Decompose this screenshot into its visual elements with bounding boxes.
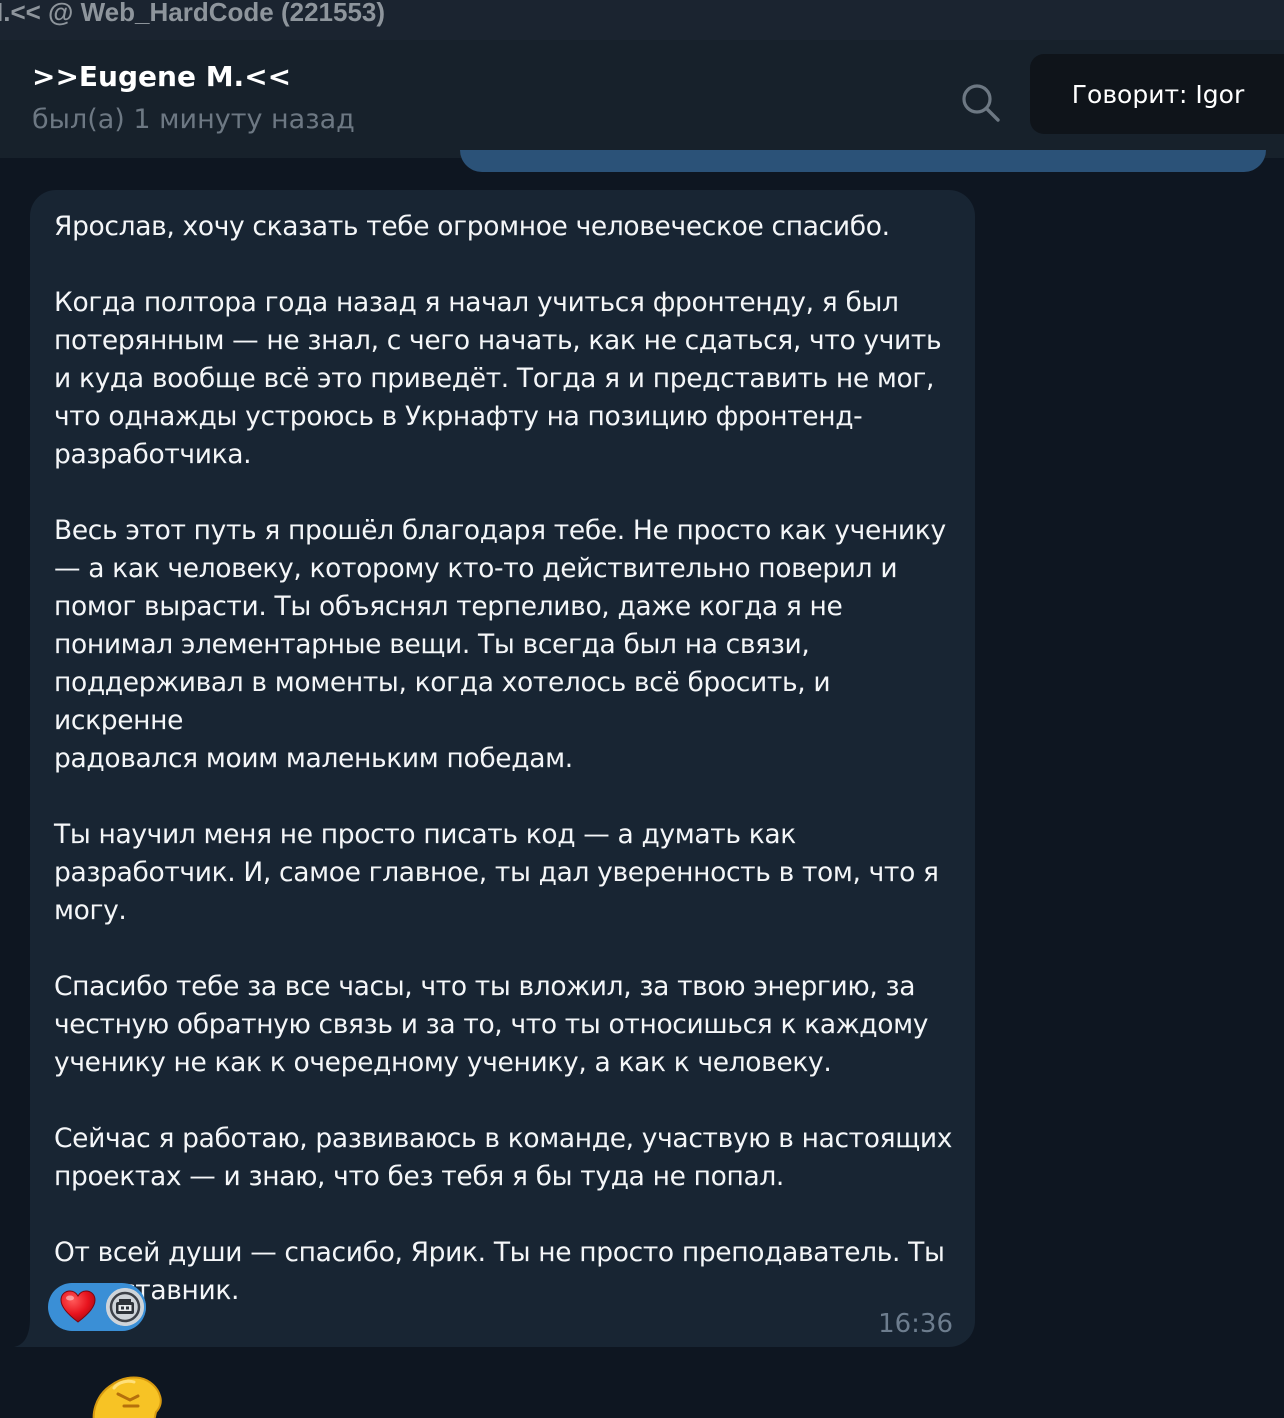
- message-time: 16:36: [878, 1309, 953, 1339]
- peer-status: был(а) 1 минуту назад: [32, 104, 355, 135]
- search-button[interactable]: [958, 80, 1004, 126]
- previous-outgoing-message[interactable]: [460, 150, 1266, 172]
- message-reaction[interactable]: [48, 1283, 146, 1331]
- window-title: I.<< @ Web_HardCode (221553): [0, 0, 1284, 40]
- window-title-text: I.<< @ Web_HardCode (221553): [0, 0, 386, 27]
- speaking-indicator-text: Говорит: Igor: [1071, 79, 1245, 109]
- bubble-tail-icon: [14, 1318, 38, 1347]
- speaking-indicator: Говорит: Igor: [1030, 54, 1284, 134]
- avatar-icon: [106, 1288, 144, 1326]
- peer-name[interactable]: >>Eugene M.<<: [32, 60, 291, 93]
- sticker-icon[interactable]: [88, 1370, 164, 1418]
- chat-header[interactable]: >>Eugene M.<< был(а) 1 минуту назад Гово…: [0, 40, 1284, 158]
- search-icon: [962, 84, 1000, 122]
- incoming-message-bubble[interactable]: Ярослав, хочу сказать тебе огромное чело…: [30, 190, 975, 1347]
- message-text: Ярослав, хочу сказать тебе огромное чело…: [54, 211, 953, 1306]
- reactor-avatar[interactable]: [104, 1286, 146, 1328]
- heart-icon: [60, 1290, 96, 1323]
